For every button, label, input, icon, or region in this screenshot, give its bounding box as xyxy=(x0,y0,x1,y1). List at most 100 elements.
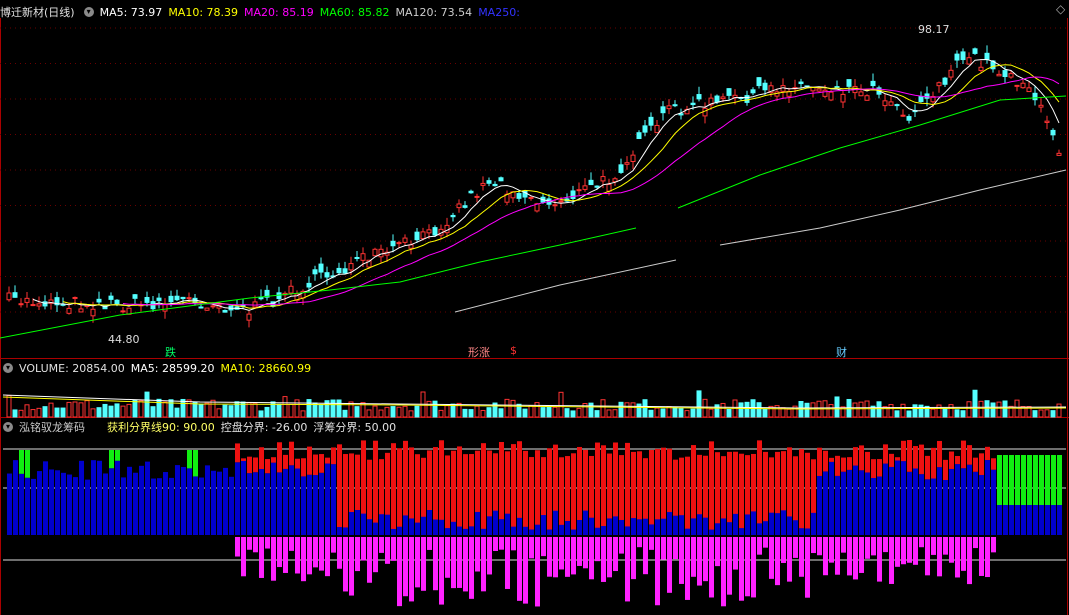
chip-blue-bar xyxy=(13,460,18,535)
event-marker-2[interactable]: 形涨 xyxy=(468,344,490,360)
candle-body xyxy=(1044,120,1050,123)
chip-blue-bar xyxy=(415,492,420,535)
volume-bar xyxy=(294,399,300,418)
chip-red-bar xyxy=(655,448,660,520)
chip-magenta-bar xyxy=(271,537,276,581)
candle-body xyxy=(924,93,930,99)
volume-bar xyxy=(126,403,132,418)
chip-red-bar xyxy=(637,451,642,520)
candle-body xyxy=(450,214,456,218)
chip-red-bar xyxy=(313,454,318,476)
chip-magenta-bar xyxy=(499,537,504,550)
chip-magenta-bar xyxy=(265,537,270,549)
chip-magenta-bar xyxy=(703,537,708,582)
volume-bar xyxy=(762,408,768,418)
chip-green-bar xyxy=(1015,455,1020,505)
volume-bar xyxy=(654,407,660,418)
candle-body xyxy=(396,242,402,245)
volume-bar xyxy=(114,403,120,418)
volume-bar xyxy=(180,398,186,418)
volume-bar xyxy=(726,408,732,418)
chevron-down-icon[interactable]: ▾ xyxy=(3,363,13,373)
chip-blue-bar xyxy=(355,480,360,535)
volume-bar xyxy=(924,405,930,418)
chip-blue-bar xyxy=(931,478,936,535)
chip-blue-bar xyxy=(241,460,246,535)
chip-blue-bar xyxy=(1051,469,1056,535)
volume-bar xyxy=(282,396,288,418)
event-marker-1[interactable]: 跌 xyxy=(165,344,176,360)
chip-magenta-bar xyxy=(667,537,672,593)
chip-blue-bar xyxy=(475,481,480,535)
candle-body xyxy=(588,179,594,186)
chip-blue-bar xyxy=(637,489,642,535)
candle-body xyxy=(12,292,18,298)
volume-bar xyxy=(132,399,138,418)
chip-magenta-bar xyxy=(595,537,600,562)
chip-magenta-bar xyxy=(931,537,936,555)
chip-blue-bar xyxy=(643,488,648,535)
chip-blue-bar xyxy=(31,478,36,535)
chip-red-bar xyxy=(715,452,720,524)
volume-bar xyxy=(42,406,48,418)
chip-red-bar xyxy=(475,450,480,512)
candle-body xyxy=(294,293,300,301)
chip-red-bar xyxy=(505,451,510,514)
chip-blue-bar xyxy=(811,482,816,535)
candle-body xyxy=(444,224,450,234)
chip-blue-bar xyxy=(1003,460,1008,535)
chip-magenta-bar xyxy=(433,537,438,591)
volume-bar xyxy=(1032,410,1038,418)
candle-body xyxy=(906,116,912,121)
chip-magenta-bar xyxy=(517,537,522,601)
chip-magenta-bar xyxy=(757,537,762,555)
chip-red-bar xyxy=(289,441,294,466)
chip-red-bar xyxy=(445,455,450,529)
candle-body xyxy=(246,313,252,321)
chevron-down-icon[interactable]: ▾ xyxy=(83,7,94,17)
candle-body xyxy=(810,86,816,92)
candle-body xyxy=(672,104,678,107)
chip-blue-bar xyxy=(547,499,552,535)
volume-bar xyxy=(414,405,420,418)
chip-red-bar xyxy=(259,447,264,470)
diamond-icon[interactable]: ◇ xyxy=(1056,2,1065,16)
ma250-label: MA250: xyxy=(478,5,520,19)
chip-magenta-bar xyxy=(961,537,966,571)
chip-magenta-bar xyxy=(793,537,798,558)
ma60-line xyxy=(0,227,637,339)
chip-magenta-bar xyxy=(415,537,420,588)
chip-red-bar xyxy=(265,459,270,474)
candle-body xyxy=(330,275,336,278)
candle-body xyxy=(180,296,186,300)
candle-body xyxy=(480,182,486,186)
volume-bar xyxy=(948,404,954,418)
chip-blue-bar xyxy=(529,499,534,535)
volume-bar xyxy=(324,400,330,418)
volume-bar xyxy=(378,409,384,418)
chip-magenta-bar xyxy=(445,537,450,578)
chip-red-bar xyxy=(823,450,828,472)
chip-magenta-bar xyxy=(601,537,606,582)
chip-blue-bar xyxy=(1039,469,1044,535)
chevron-down-icon[interactable]: ▾ xyxy=(3,422,13,432)
chip-blue-bar xyxy=(331,464,336,535)
volume-bar xyxy=(702,398,708,418)
chip-magenta-bar xyxy=(919,537,924,548)
chip-magenta-bar xyxy=(475,537,480,572)
event-marker-2b[interactable]: $ xyxy=(510,344,517,357)
chip-magenta-bar xyxy=(379,537,384,553)
chip-red-bar xyxy=(295,458,300,469)
volume-bar xyxy=(30,409,36,418)
volume-bar xyxy=(834,396,840,418)
chip-blue-bar xyxy=(751,481,756,535)
ma20-label: MA20: 85.19 xyxy=(244,5,314,19)
chip-blue-bar xyxy=(325,463,330,535)
chip-magenta-bar xyxy=(409,537,414,602)
chip-blue-bar xyxy=(703,487,708,535)
chip-blue-bar xyxy=(739,498,744,535)
event-marker-3[interactable]: 财 xyxy=(836,344,847,360)
chip-blue-bar xyxy=(985,460,990,535)
chip-blue-bar xyxy=(757,493,762,535)
volume-bar xyxy=(942,408,948,418)
